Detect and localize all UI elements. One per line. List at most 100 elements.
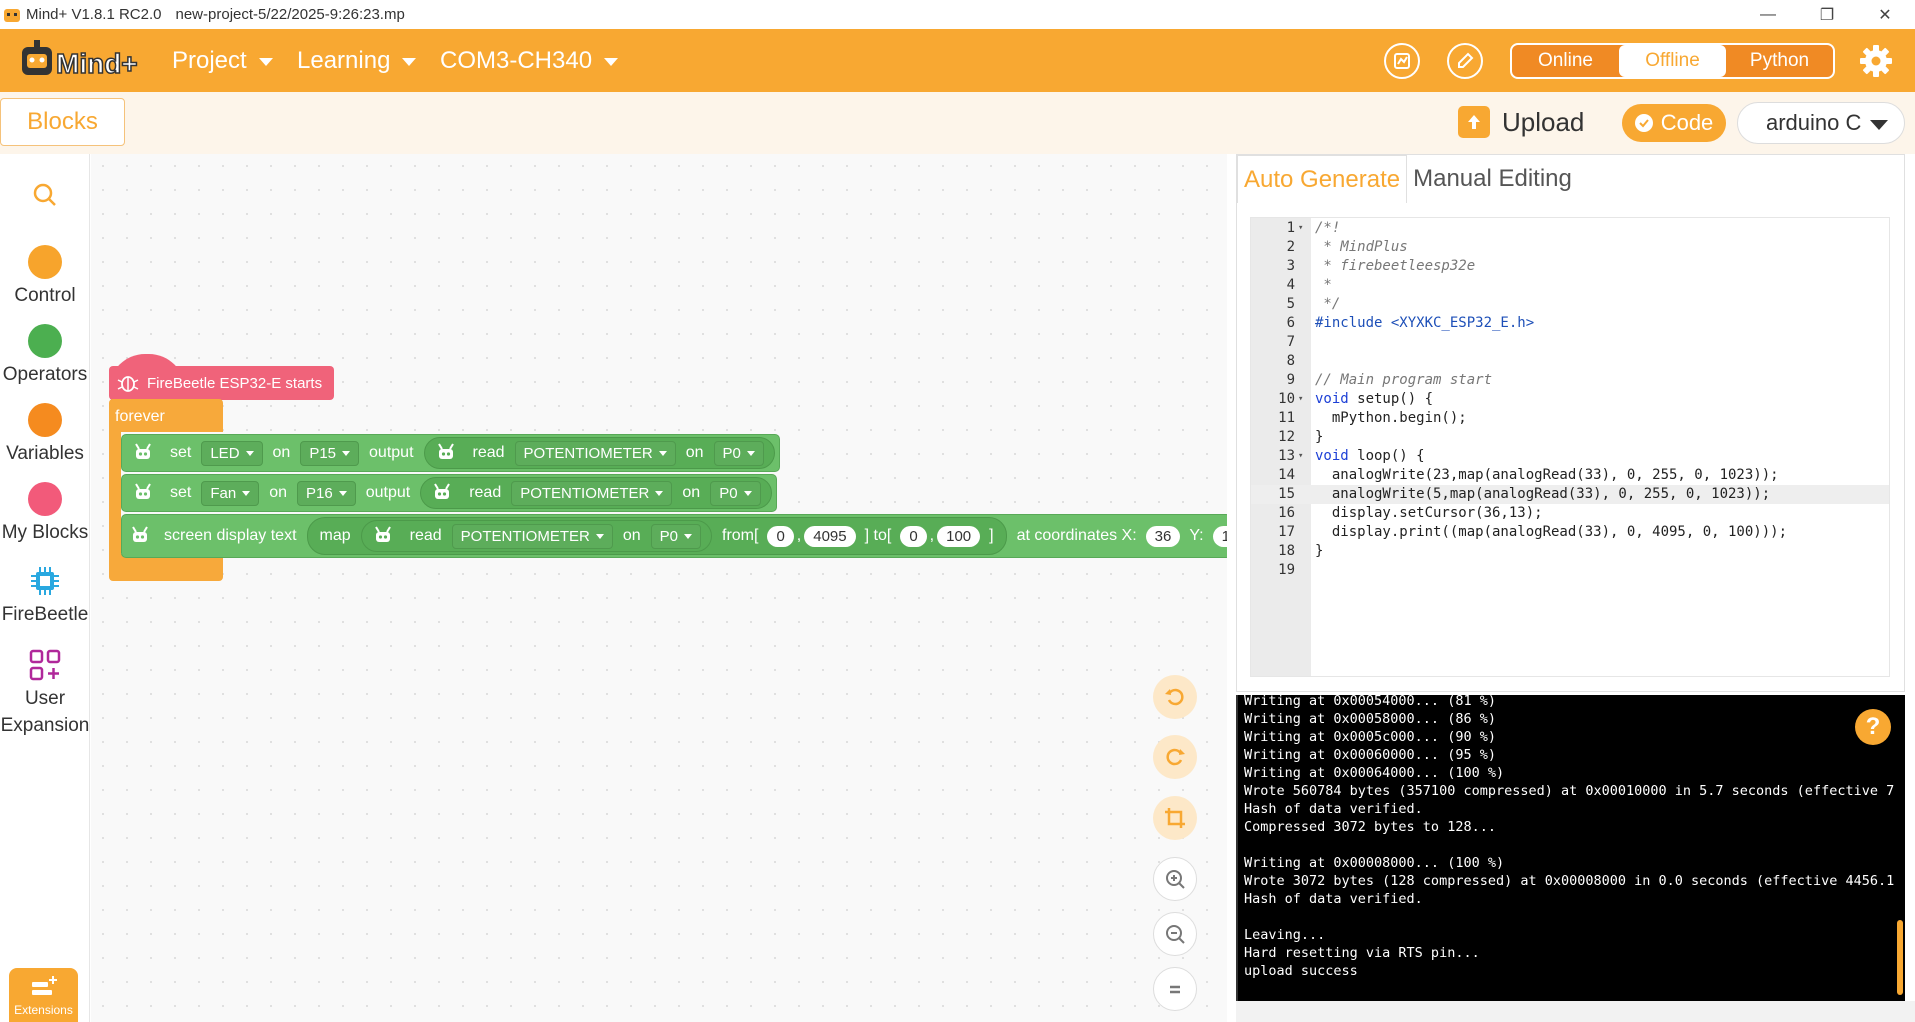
code-line[interactable]: 18} [1251, 542, 1889, 561]
crop-button[interactable] [1153, 796, 1197, 840]
sensor-dropdown[interactable]: POTENTIOMETER [451, 523, 613, 549]
set-fan-output-block[interactable]: set Fan on P16 output read POTENTIOMETER… [121, 474, 777, 512]
sensor-dropdown[interactable]: POTENTIOMETER [511, 480, 673, 506]
firebeetle-start-block[interactable]: FireBeetle ESP32-E starts [109, 366, 335, 400]
x-input[interactable]: 36 [1145, 525, 1181, 547]
zoom-in-button[interactable] [1153, 857, 1197, 901]
tab-blocks[interactable]: Blocks [0, 98, 125, 146]
sensor-value: POTENTIOMETER [520, 484, 650, 502]
project-menu[interactable]: Project [172, 29, 273, 92]
code-line[interactable]: 10 ▾ void setup() { [1251, 390, 1889, 409]
screen-display-text-block[interactable]: screen display text map read POTENTIOMET… [121, 514, 1227, 558]
code-line[interactable]: 14 analogWrite(23,map(analogRead(33), 0,… [1251, 466, 1889, 485]
code-line[interactable]: 17 display.print((map(analogRead(33), 0,… [1251, 523, 1889, 542]
tab-manual-editing[interactable]: Manual Editing [1407, 155, 1578, 203]
offline-mode-button[interactable]: Offline [1619, 45, 1726, 77]
category-operators[interactable]: Operators [0, 324, 90, 386]
category-variables[interactable]: Variables [0, 403, 90, 465]
help-button[interactable]: ? [1855, 709, 1891, 745]
restore-button[interactable]: ❐ [1799, 0, 1855, 29]
console-line: Hash of data verified. [1244, 801, 1423, 817]
from-max-input[interactable]: 4095 [804, 525, 856, 547]
close-button[interactable]: ✕ [1857, 0, 1913, 29]
online-mode-button[interactable]: Online [1512, 45, 1619, 77]
code-line[interactable]: 15 analogWrite(5,map(analogRead(33), 0, … [1251, 485, 1889, 504]
code-line[interactable]: 5 */ [1251, 295, 1889, 314]
console-line: Writing at 0x00008000... (100 %) [1244, 855, 1505, 871]
code-line[interactable]: 19 [1251, 561, 1889, 580]
fold-toggle-icon[interactable]: ▾ [1298, 219, 1303, 238]
console-line: Wrote 3072 bytes (128 compressed) at 0x0… [1244, 873, 1895, 889]
separator-label: , [796, 527, 802, 544]
to-label: ] to[ [864, 527, 892, 544]
python-mode-button[interactable]: Python [1726, 45, 1833, 77]
code-line[interactable]: 8 [1251, 352, 1889, 371]
from-min-input[interactable]: 0 [767, 525, 794, 547]
code-line[interactable]: 16 display.setCursor(36,13); [1251, 504, 1889, 523]
read-sensor-reporter[interactable]: read POTENTIOMETER on P0 [420, 477, 772, 509]
category-firebeetle[interactable]: FireBeetle [0, 564, 90, 626]
console-line: Writing at 0x00054000... (81 %) [1244, 695, 1496, 709]
code-text: void setup() { [1315, 391, 1434, 407]
code-line[interactable]: 2 * MindPlus [1251, 238, 1889, 257]
port-menu[interactable]: COM3-CH340 [440, 29, 619, 92]
language-select[interactable]: arduino C [1737, 102, 1905, 144]
code-line[interactable]: 12} [1251, 428, 1889, 447]
to-min-input[interactable]: 0 [900, 525, 927, 547]
code-line[interactable]: 1 ▾ /*! [1251, 219, 1889, 238]
code-line[interactable]: 6 #include <XYXKC_ESP32_E.h> [1251, 314, 1889, 333]
pin-dropdown[interactable]: P0 [710, 480, 761, 506]
device-dropdown[interactable]: LED [201, 440, 263, 466]
robot-icon [128, 478, 158, 508]
pin-dropdown[interactable]: P0 [650, 523, 701, 549]
line-number: 5 [1286, 296, 1295, 312]
coordinates-label: at coordinates X: [1016, 527, 1137, 544]
chevron-down-icon [1870, 120, 1888, 130]
category-control[interactable]: Control [0, 245, 90, 307]
chevron-down-icon [338, 490, 347, 496]
read-label: read [469, 484, 502, 501]
tab-auto-generate[interactable]: Auto Generate [1237, 155, 1408, 203]
code-text: * firebeetleesp32e [1315, 258, 1476, 274]
code-toggle-button[interactable]: Code [1622, 104, 1726, 142]
map-reporter[interactable]: map read POTENTIOMETER on P0 from[ 0 , 4… [306, 517, 1007, 555]
console-scrollbar[interactable] [1897, 920, 1903, 995]
fold-toggle-icon[interactable]: ▾ [1298, 390, 1303, 409]
learning-center-button[interactable] [1384, 43, 1420, 79]
code-editor[interactable]: 1 ▾/*! 2 * MindPlus 3 * firebeetleesp32e 4 *… [1250, 217, 1890, 677]
read-sensor-reporter[interactable]: read POTENTIOMETER on P0 [423, 437, 775, 469]
code-line[interactable]: 13 ▾ void loop() { [1251, 447, 1889, 466]
to-max-input[interactable]: 100 [937, 525, 981, 547]
minimize-button[interactable]: — [1740, 0, 1796, 29]
pin-dropdown[interactable]: P16 [297, 480, 356, 506]
output-console[interactable]: Writing at 0x00054000... (81 %) Writing a… [1236, 695, 1905, 1001]
code-line[interactable]: 7 [1251, 333, 1889, 352]
pin-dropdown[interactable]: P0 [713, 440, 764, 466]
blocks-workspace[interactable]: FireBeetle ESP32-E starts forever set LE… [91, 154, 1227, 1022]
code-line[interactable]: 4 * [1251, 276, 1889, 295]
fold-toggle-icon[interactable]: ▾ [1298, 447, 1303, 466]
gear-icon[interactable] [1858, 43, 1894, 79]
feedback-button[interactable] [1447, 43, 1483, 79]
sensor-dropdown[interactable]: POTENTIOMETER [514, 440, 676, 466]
code-line[interactable]: 11 mPython.begin(); [1251, 409, 1889, 428]
reset-zoom-button[interactable] [1153, 967, 1197, 1011]
category-user-expansion[interactable]: User Expansion [0, 648, 90, 737]
search-icon[interactable] [32, 182, 58, 208]
upload-button[interactable]: Upload [1458, 100, 1584, 144]
y-input[interactable]: 13 [1212, 525, 1227, 547]
minimize-icon: — [1760, 5, 1776, 23]
pin-dropdown[interactable]: P15 [300, 440, 360, 466]
extensions-button[interactable]: Extensions [9, 968, 78, 1022]
undo-button[interactable] [1153, 675, 1197, 719]
read-sensor-reporter[interactable]: read POTENTIOMETER on P0 [360, 520, 712, 552]
device-dropdown[interactable]: Fan [201, 480, 260, 506]
code-line[interactable]: 3 * firebeetleesp32e [1251, 257, 1889, 276]
category-my-blocks[interactable]: My Blocks [0, 482, 90, 544]
redo-button[interactable] [1153, 735, 1197, 779]
zoom-out-button[interactable] [1153, 912, 1197, 956]
console-line: Writing at 0x00058000... (86 %) [1244, 711, 1496, 727]
learning-menu[interactable]: Learning [297, 29, 417, 92]
set-led-output-block[interactable]: set LED on P15 output read POTENTIOMETER… [121, 434, 780, 472]
code-line[interactable]: 9 // Main program start [1251, 371, 1889, 390]
